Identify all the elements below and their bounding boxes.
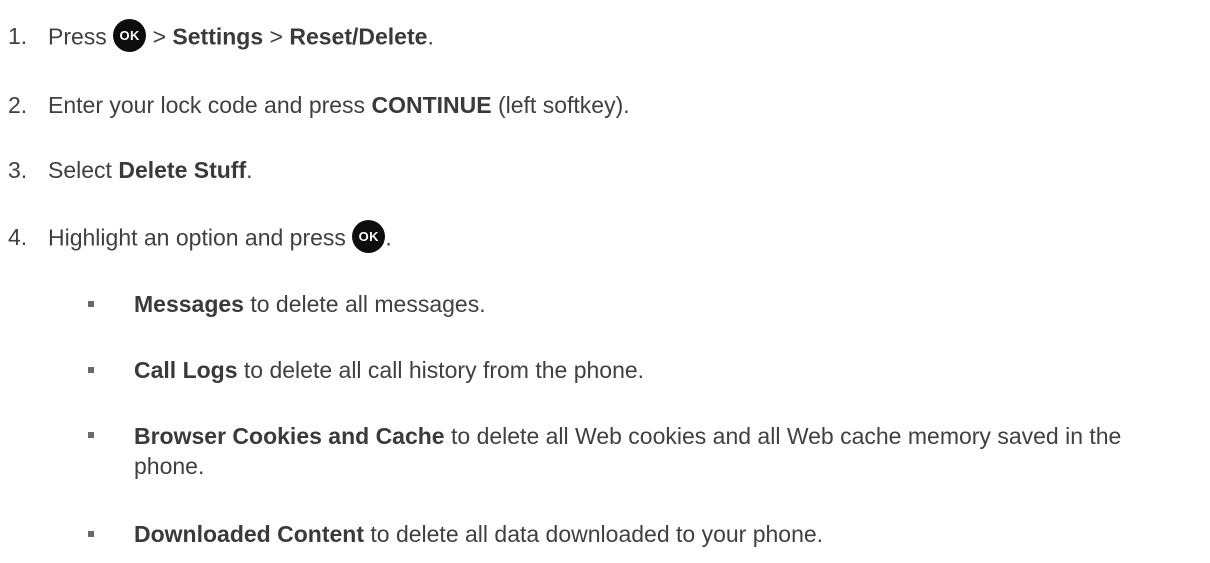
step-text-part: (left softkey). [491, 92, 630, 118]
step-number: 4. [8, 224, 28, 250]
option-text: Downloaded Content to delete all data do… [134, 520, 1194, 548]
option-text: Messages to delete all messages. [134, 290, 1194, 318]
bullet-icon [88, 531, 94, 537]
option-description: to delete all call history from the phon… [237, 357, 645, 383]
option-label: Browser Cookies and Cache [134, 423, 445, 449]
step-text-part: > [146, 23, 173, 50]
step-number: 2. [8, 92, 28, 118]
ok-button-icon: OK [352, 220, 386, 253]
option-label: Downloaded Content [134, 521, 364, 547]
step-text: Highlight an option and press OK. [48, 220, 392, 256]
step-text-part: > [263, 23, 290, 50]
step-number: 1. [8, 23, 28, 49]
option-text: Browser Cookies and Cache to delete all … [134, 421, 1194, 481]
delete-stuff-label: Delete Stuff [118, 157, 247, 183]
step-text-part: . [385, 224, 392, 251]
option-label: Call Logs [134, 357, 238, 383]
option-description: to delete all data downloaded to your ph… [363, 521, 824, 547]
bullet-icon [88, 432, 94, 438]
bullet-icon [88, 301, 94, 307]
step-text: Select Delete Stuff. [48, 156, 253, 184]
settings-label: Settings [172, 23, 264, 50]
step-text-part: . [246, 157, 253, 183]
step-text-part: . [427, 23, 434, 50]
bullet-icon [88, 367, 94, 373]
option-description: to delete all messages. [243, 291, 486, 317]
step-text: Enter your lock code and press CONTINUE … [48, 91, 630, 119]
step-text-part: Enter your lock code and press [48, 92, 372, 118]
ok-button-icon: OK [113, 19, 147, 52]
option-text: Call Logs to delete all call history fro… [134, 356, 1194, 384]
option-label: Messages [134, 291, 244, 317]
step-text-part: Highlight an option and press [48, 224, 353, 251]
step-text-part: Select [48, 157, 119, 183]
step-number: 3. [8, 157, 28, 183]
step-text: Press OK > Settings > Reset/Delete. [48, 19, 434, 55]
continue-label: CONTINUE [371, 92, 492, 118]
reset-delete-label: Reset/Delete [289, 23, 428, 50]
step-text-part: Press [48, 23, 114, 50]
